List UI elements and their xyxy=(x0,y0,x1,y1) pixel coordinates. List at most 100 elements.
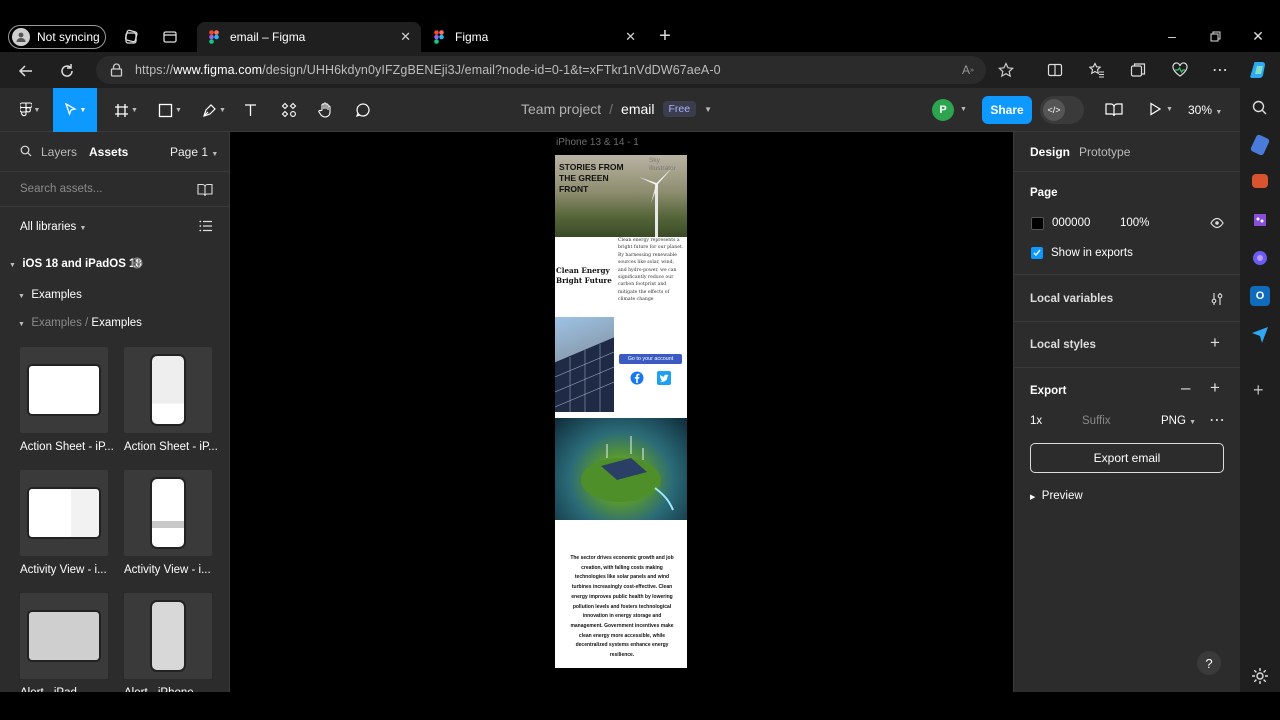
chevron-down-icon[interactable]: ▼ xyxy=(960,106,967,113)
email-frame[interactable]: STORIES FROM THE GREEN FRONT Sky Illustr… xyxy=(555,155,687,668)
new-tab-icon[interactable]: + xyxy=(655,25,675,47)
variables-settings-icon[interactable] xyxy=(1211,292,1223,306)
libraries-dropdown[interactable]: All libraries ▼ xyxy=(20,221,86,233)
add-export-icon[interactable]: + xyxy=(1210,378,1220,398)
file-name[interactable]: email xyxy=(621,101,654,117)
resources-tool[interactable] xyxy=(271,88,307,132)
page-selector[interactable]: Page 1 ▼ xyxy=(170,145,218,159)
remove-export-icon[interactable]: – xyxy=(1181,378,1190,398)
back-arrow-icon[interactable] xyxy=(16,61,36,81)
page-color-swatch[interactable] xyxy=(1031,217,1044,230)
present-button[interactable]: ▼ xyxy=(1148,102,1173,116)
code-icon: </> xyxy=(1043,99,1065,121)
subsection-examples[interactable]: ▼ Examples / Examples xyxy=(18,317,142,329)
close-window-icon[interactable]: ✕ xyxy=(1248,26,1268,46)
asset-thumbnail[interactable] xyxy=(124,593,212,679)
tab-email-figma[interactable]: email – Figma ✕ xyxy=(197,22,421,52)
toolbox-icon[interactable] xyxy=(1252,174,1268,188)
send-icon[interactable] xyxy=(1250,324,1270,344)
browser-titlebar: Not syncing email – Figma ✕ Figma ✕ + – … xyxy=(0,0,1280,52)
green-planet-image[interactable] xyxy=(555,418,687,520)
section-examples[interactable]: ▼ Examples xyxy=(18,289,82,301)
solar-panel-image[interactable] xyxy=(555,317,614,412)
profile-button[interactable]: Not syncing xyxy=(8,25,106,49)
more-options-icon[interactable]: ⋯ xyxy=(1210,60,1230,80)
copilot-icon[interactable] xyxy=(1249,60,1269,80)
open-book-icon[interactable] xyxy=(197,183,213,197)
collections-icon[interactable] xyxy=(1128,60,1148,80)
tab-actions-icon[interactable] xyxy=(161,28,179,46)
frame-label[interactable]: iPhone 13 & 14 - 1 xyxy=(556,137,639,148)
user-avatar[interactable]: P xyxy=(932,99,954,121)
export-suffix-input[interactable]: Suffix xyxy=(1082,415,1111,427)
list-view-icon[interactable] xyxy=(199,220,213,232)
tab-title: email – Figma xyxy=(230,30,306,44)
export-format-select[interactable]: PNG ▼ xyxy=(1161,415,1196,427)
games-icon[interactable] xyxy=(1250,210,1270,230)
close-tab-icon[interactable]: ✕ xyxy=(625,29,636,45)
browser-essentials-icon[interactable] xyxy=(1170,60,1190,80)
search-icon[interactable] xyxy=(20,145,32,157)
go-to-account-button[interactable]: Go to your account xyxy=(619,354,682,364)
twitter-icon[interactable] xyxy=(657,371,671,385)
show-in-exports-checkbox[interactable] xyxy=(1031,247,1043,259)
search-assets-input[interactable]: Search assets... xyxy=(20,183,102,195)
asset-thumbnail[interactable] xyxy=(124,470,212,556)
asset-thumbnail[interactable] xyxy=(20,470,108,556)
shape-tool[interactable]: ▼ xyxy=(152,88,188,132)
hand-tool[interactable] xyxy=(307,88,343,132)
refresh-icon[interactable] xyxy=(57,61,77,81)
tab-design[interactable]: Design xyxy=(1030,145,1070,159)
main-menu-icon[interactable]: ▼ xyxy=(12,88,48,132)
comment-tool[interactable] xyxy=(345,88,381,132)
asset-label: Activity View - i... xyxy=(20,564,107,576)
export-settings-icon[interactable]: ⋯ xyxy=(1209,410,1225,430)
share-button[interactable]: Share xyxy=(982,96,1032,124)
split-screen-icon[interactable] xyxy=(1045,60,1065,80)
file-breadcrumb: Team project / email Free ▼ xyxy=(521,101,712,117)
page-color-value[interactable]: 000000 xyxy=(1052,217,1090,229)
export-button[interactable]: Export email xyxy=(1030,443,1224,473)
settings-gear-icon[interactable] xyxy=(1250,666,1270,686)
page-opacity-value[interactable]: 100% xyxy=(1120,217,1149,229)
add-style-icon[interactable]: + xyxy=(1210,333,1220,353)
search-icon[interactable] xyxy=(1250,98,1270,118)
tab-layers[interactable]: Layers xyxy=(41,145,77,159)
minimize-icon[interactable]: – xyxy=(1162,26,1182,46)
help-button[interactable]: ? xyxy=(1197,651,1221,675)
export-scale[interactable]: 1x xyxy=(1030,415,1042,427)
read-aloud-icon[interactable]: A» xyxy=(958,60,978,80)
project-name[interactable]: Team project xyxy=(521,101,601,117)
tab-assets[interactable]: Assets xyxy=(89,145,128,159)
hero-image[interactable]: STORIES FROM THE GREEN FRONT Sky Illustr… xyxy=(555,155,687,237)
add-sidebar-app-icon[interactable]: + xyxy=(1253,380,1264,401)
lock-icon[interactable] xyxy=(110,63,123,77)
library-book-icon[interactable] xyxy=(1105,102,1123,118)
favorite-star-icon[interactable] xyxy=(996,60,1016,80)
zoom-menu[interactable]: 30% ▼ xyxy=(1188,103,1222,117)
tab-prototype[interactable]: Prototype xyxy=(1079,145,1130,159)
frame-tool[interactable]: ▼ xyxy=(108,88,144,132)
asset-thumbnail[interactable] xyxy=(124,347,212,433)
workspaces-icon[interactable] xyxy=(122,28,140,46)
plan-badge[interactable]: Free xyxy=(662,101,697,117)
tab-figma[interactable]: Figma ✕ xyxy=(422,22,646,52)
library-header[interactable]: ▼ iOS 18 and iPadOS 18 xyxy=(9,258,142,270)
restore-icon[interactable] xyxy=(1205,26,1225,46)
tag-icon[interactable] xyxy=(1249,133,1271,157)
facebook-icon[interactable] xyxy=(630,371,644,385)
chevron-down-icon[interactable]: ▼ xyxy=(704,105,712,114)
outlook-icon[interactable]: O xyxy=(1250,286,1270,306)
eye-icon[interactable] xyxy=(1210,217,1224,229)
favorites-icon[interactable] xyxy=(1087,60,1107,80)
preview-toggle[interactable]: ▶ Preview xyxy=(1030,490,1083,502)
move-tool[interactable]: ▼ xyxy=(53,88,97,132)
asset-thumbnail[interactable] xyxy=(20,347,108,433)
close-tab-icon[interactable]: ✕ xyxy=(400,29,411,45)
text-tool[interactable] xyxy=(232,88,268,132)
dev-mode-toggle[interactable]: </> xyxy=(1040,96,1084,124)
asset-thumbnail[interactable] xyxy=(20,593,108,679)
pen-tool[interactable]: ▼ xyxy=(196,88,232,132)
copilot-sidebar-icon[interactable] xyxy=(1250,248,1270,268)
address-bar[interactable]: https://www.figma.com/design/UHH6kdyn0yI… xyxy=(96,56,986,84)
